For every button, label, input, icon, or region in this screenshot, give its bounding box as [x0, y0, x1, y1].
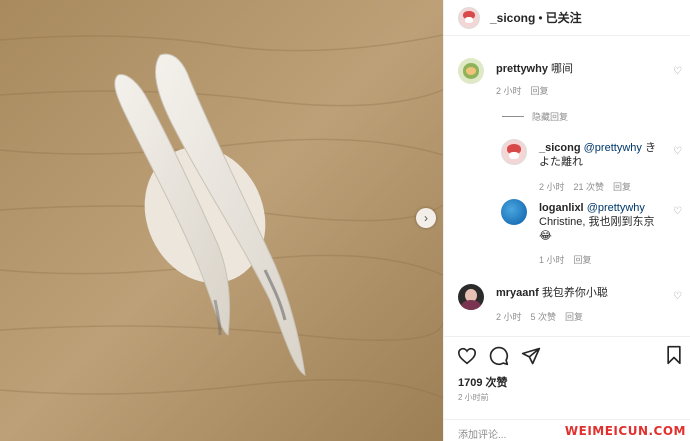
comment-likes[interactable]: 5 次赞	[531, 310, 557, 323]
post-details-panel: _sicong • 已关注 prettywhy 哪间 2 小时 回复 ♡ 隐藏回…	[443, 0, 690, 441]
post-header: _sicong • 已关注	[444, 0, 690, 36]
comment-text: prettywhy 哪间	[496, 62, 656, 76]
hide-replies-button[interactable]: 隐藏回复	[502, 110, 568, 123]
comment-time: 2 小时	[496, 86, 522, 96]
comments-list: prettywhy 哪间 2 小时 回复 ♡ 隐藏回复 _sicong @pre…	[444, 36, 690, 336]
heart-icon[interactable]: ♡	[673, 291, 682, 302]
emoji: 😂	[539, 230, 552, 242]
comment-likes[interactable]: 21 次赞	[574, 180, 605, 193]
commenter-username[interactable]: mryaanf	[496, 287, 539, 299]
heart-icon[interactable]: ♡	[673, 66, 682, 77]
commenter-avatar[interactable]	[501, 199, 527, 225]
comment-text: mryaanf 我包养你小聪	[496, 286, 666, 300]
author-avatar[interactable]	[458, 6, 480, 29]
comment-body: 哪间	[551, 63, 574, 75]
sushi-photo	[0, 0, 443, 441]
reply-button[interactable]: 回复	[531, 84, 549, 97]
comment-text: loganlixl @prettywhy Christine, 我也刚到东京 😂	[539, 201, 661, 243]
chevron-right-icon: ›	[424, 211, 428, 225]
action-icons	[456, 345, 542, 367]
post-timestamp: 2 小时前	[458, 393, 489, 402]
share-icon[interactable]	[520, 345, 542, 367]
reply-button[interactable]: 回复	[613, 180, 631, 193]
comment-text: _sicong @prettywhy きよた離れ	[539, 141, 661, 169]
post-photo: ›	[0, 0, 443, 441]
hide-replies-label: 隐藏回复	[532, 112, 569, 122]
commenter-username[interactable]: loganlixl	[539, 202, 584, 214]
comment-body: Christine, 我也刚到东京	[539, 216, 655, 228]
reply-button[interactable]: 回复	[565, 310, 583, 323]
like-count[interactable]: 1709 次赞	[458, 374, 508, 390]
watermark: WEIMEICUN.COM	[564, 424, 686, 438]
mention-link[interactable]: @prettywhy	[584, 142, 642, 154]
separator-dot: •	[538, 10, 543, 25]
reply-button[interactable]: 回复	[574, 253, 592, 266]
commenter-avatar[interactable]	[458, 58, 484, 84]
commenter-username[interactable]: _sicong	[539, 142, 581, 154]
heart-icon[interactable]: ♡	[673, 206, 682, 217]
commenter-avatar[interactable]	[501, 139, 527, 165]
follow-status[interactable]: 已关注	[546, 9, 582, 26]
commenter-avatar[interactable]	[458, 284, 484, 310]
commenter-username[interactable]: prettywhy	[496, 63, 548, 75]
comment-meta: 2 小时 5 次赞 回复	[496, 310, 666, 323]
comment-body: 我包养你小聪	[541, 287, 608, 299]
heart-icon[interactable]: ♡	[673, 146, 682, 157]
comment-meta: 2 小时 回复	[496, 84, 656, 97]
comment-time: 2 小时	[496, 312, 522, 322]
bookmark-icon[interactable]	[665, 345, 687, 367]
author-username[interactable]: _sicong	[490, 11, 535, 25]
comment-time: 2 小时	[539, 182, 565, 192]
mention-link[interactable]: @prettywhy	[587, 202, 645, 214]
carousel-next-button[interactable]: ›	[416, 208, 436, 228]
comment-time: 1 小时	[539, 255, 565, 265]
heart-icon[interactable]	[456, 345, 478, 367]
comment-icon[interactable]	[488, 345, 510, 367]
comment-meta: 1 小时 回复	[539, 253, 661, 266]
comment-meta: 2 小时 21 次赞 回复	[539, 180, 661, 193]
